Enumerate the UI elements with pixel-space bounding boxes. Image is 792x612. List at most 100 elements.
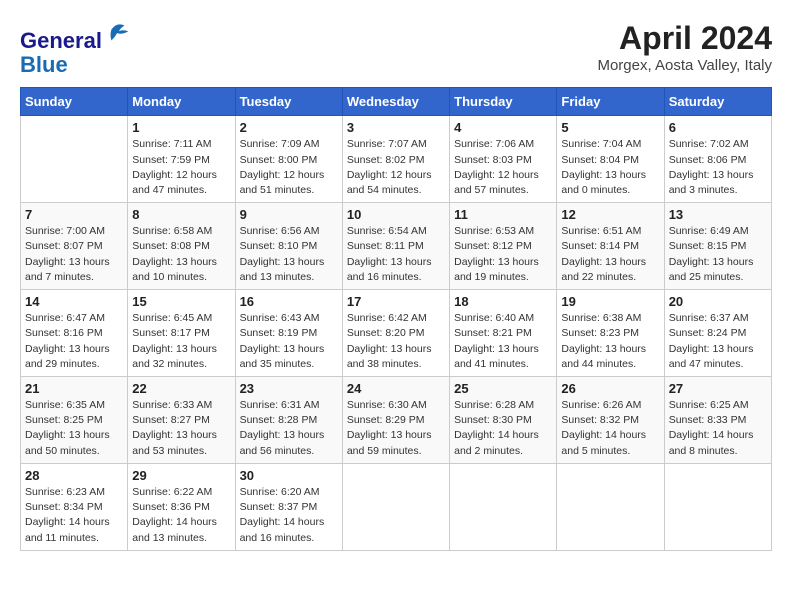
calendar-week-row: 14 Sunrise: 6:47 AMSunset: 8:16 PMDayligh… <box>21 290 772 377</box>
weekday-header-friday: Friday <box>557 88 664 116</box>
day-info: Sunrise: 6:42 AMSunset: 8:20 PMDaylight:… <box>347 311 445 372</box>
day-info: Sunrise: 6:22 AMSunset: 8:36 PMDaylight:… <box>132 485 230 546</box>
day-number: 21 <box>25 381 123 396</box>
calendar-cell: 18 Sunrise: 6:40 AMSunset: 8:21 PMDayligh… <box>450 290 557 377</box>
calendar-cell: 8 Sunrise: 6:58 AMSunset: 8:08 PMDaylight… <box>128 203 235 290</box>
calendar-cell: 12 Sunrise: 6:51 AMSunset: 8:14 PMDayligh… <box>557 203 664 290</box>
calendar-cell: 30 Sunrise: 6:20 AMSunset: 8:37 PMDayligh… <box>235 463 342 550</box>
day-number: 20 <box>669 294 767 309</box>
day-info: Sunrise: 6:54 AMSunset: 8:11 PMDaylight:… <box>347 224 445 285</box>
day-number: 28 <box>25 468 123 483</box>
day-info: Sunrise: 6:33 AMSunset: 8:27 PMDaylight:… <box>132 398 230 459</box>
day-info: Sunrise: 6:58 AMSunset: 8:08 PMDaylight:… <box>132 224 230 285</box>
day-number: 7 <box>25 207 123 222</box>
day-info: Sunrise: 6:47 AMSunset: 8:16 PMDaylight:… <box>25 311 123 372</box>
day-info: Sunrise: 6:40 AMSunset: 8:21 PMDaylight:… <box>454 311 552 372</box>
calendar-week-row: 28Sunrise: 6:23 AMSunset: 8:34 PMDayligh… <box>21 463 772 550</box>
calendar-cell: 5 Sunrise: 7:04 AMSunset: 8:04 PMDaylight… <box>557 116 664 203</box>
day-info: Sunrise: 6:31 AMSunset: 8:28 PMDaylight:… <box>240 398 338 459</box>
calendar-cell: 15 Sunrise: 6:45 AMSunset: 8:17 PMDayligh… <box>128 290 235 377</box>
calendar-week-row: 21 Sunrise: 6:35 AMSunset: 8:25 PMDayligh… <box>21 377 772 464</box>
day-number: 8 <box>132 207 230 222</box>
calendar-cell: 17 Sunrise: 6:42 AMSunset: 8:20 PMDayligh… <box>342 290 449 377</box>
calendar-cell: 3 Sunrise: 7:07 AMSunset: 8:02 PMDaylight… <box>342 116 449 203</box>
day-info: Sunrise: 7:04 AMSunset: 8:04 PMDaylight:… <box>561 137 659 198</box>
day-number: 2 <box>240 120 338 135</box>
calendar-cell: 13 Sunrise: 6:49 AMSunset: 8:15 PMDayligh… <box>664 203 771 290</box>
day-info: Sunrise: 6:35 AMSunset: 8:25 PMDaylight:… <box>25 398 123 459</box>
weekday-header-monday: Monday <box>128 88 235 116</box>
logo-blue: Blue <box>20 52 68 77</box>
day-number: 10 <box>347 207 445 222</box>
day-info: Sunrise: 6:49 AMSunset: 8:15 PMDaylight:… <box>669 224 767 285</box>
day-number: 5 <box>561 120 659 135</box>
calendar-cell: 1 Sunrise: 7:11 AMSunset: 7:59 PMDaylight… <box>128 116 235 203</box>
page-title: April 2024 <box>597 20 772 57</box>
calendar-cell: 2Sunrise: 7:09 AMSunset: 8:00 PMDaylight… <box>235 116 342 203</box>
calendar-cell <box>450 463 557 550</box>
calendar-cell: 24Sunrise: 6:30 AMSunset: 8:29 PMDayligh… <box>342 377 449 464</box>
calendar-cell: 14 Sunrise: 6:47 AMSunset: 8:16 PMDayligh… <box>21 290 128 377</box>
calendar-cell: 6Sunrise: 7:02 AMSunset: 8:06 PMDaylight… <box>664 116 771 203</box>
calendar-cell: 23 Sunrise: 6:31 AMSunset: 8:28 PMDayligh… <box>235 377 342 464</box>
day-info: Sunrise: 6:28 AMSunset: 8:30 PMDaylight:… <box>454 398 552 459</box>
day-info: Sunrise: 6:45 AMSunset: 8:17 PMDaylight:… <box>132 311 230 372</box>
weekday-header-sunday: Sunday <box>21 88 128 116</box>
title-block: April 2024 Morgex, Aosta Valley, Italy <box>597 20 772 74</box>
day-number: 25 <box>454 381 552 396</box>
day-info: Sunrise: 7:07 AMSunset: 8:02 PMDaylight:… <box>347 137 445 198</box>
day-number: 22 <box>132 381 230 396</box>
calendar-cell: 11Sunrise: 6:53 AMSunset: 8:12 PMDayligh… <box>450 203 557 290</box>
day-info: Sunrise: 6:51 AMSunset: 8:14 PMDaylight:… <box>561 224 659 285</box>
day-info: Sunrise: 6:20 AMSunset: 8:37 PMDaylight:… <box>240 485 338 546</box>
page-subtitle: Morgex, Aosta Valley, Italy <box>597 57 772 74</box>
day-number: 27 <box>669 381 767 396</box>
day-number: 1 <box>132 120 230 135</box>
day-number: 13 <box>669 207 767 222</box>
calendar-cell: 9Sunrise: 6:56 AMSunset: 8:10 PMDaylight… <box>235 203 342 290</box>
day-number: 4 <box>454 120 552 135</box>
calendar-cell <box>557 463 664 550</box>
day-number: 26 <box>561 381 659 396</box>
weekday-header-tuesday: Tuesday <box>235 88 342 116</box>
calendar-cell: 20 Sunrise: 6:37 AMSunset: 8:24 PMDayligh… <box>664 290 771 377</box>
calendar-cell: 22 Sunrise: 6:33 AMSunset: 8:27 PMDayligh… <box>128 377 235 464</box>
calendar-cell: 4 Sunrise: 7:06 AMSunset: 8:03 PMDaylight… <box>450 116 557 203</box>
logo: General Blue <box>20 20 132 77</box>
day-number: 18 <box>454 294 552 309</box>
calendar-cell <box>664 463 771 550</box>
page-header: General Blue April 2024 Morgex, Aosta Va… <box>20 20 772 77</box>
weekday-header-saturday: Saturday <box>664 88 771 116</box>
day-info: Sunrise: 6:25 AMSunset: 8:33 PMDaylight:… <box>669 398 767 459</box>
day-number: 23 <box>240 381 338 396</box>
calendar-cell <box>342 463 449 550</box>
calendar-cell: 27 Sunrise: 6:25 AMSunset: 8:33 PMDayligh… <box>664 377 771 464</box>
day-info: Sunrise: 7:06 AMSunset: 8:03 PMDaylight:… <box>454 137 552 198</box>
day-number: 12 <box>561 207 659 222</box>
calendar-cell: 29 Sunrise: 6:22 AMSunset: 8:36 PMDayligh… <box>128 463 235 550</box>
day-info: Sunrise: 7:02 AMSunset: 8:06 PMDaylight:… <box>669 137 767 198</box>
day-info: Sunrise: 7:11 AMSunset: 7:59 PMDaylight:… <box>132 137 230 198</box>
day-number: 19 <box>561 294 659 309</box>
calendar-cell: 7Sunrise: 7:00 AMSunset: 8:07 PMDaylight… <box>21 203 128 290</box>
calendar-cell: 19Sunrise: 6:38 AMSunset: 8:23 PMDayligh… <box>557 290 664 377</box>
calendar-body: 1 Sunrise: 7:11 AMSunset: 7:59 PMDaylight… <box>21 116 772 550</box>
day-info: Sunrise: 6:37 AMSunset: 8:24 PMDaylight:… <box>669 311 767 372</box>
day-info: Sunrise: 6:56 AMSunset: 8:10 PMDaylight:… <box>240 224 338 285</box>
calendar-week-row: 1 Sunrise: 7:11 AMSunset: 7:59 PMDaylight… <box>21 116 772 203</box>
calendar-header-row: SundayMondayTuesdayWednesdayThursdayFrid… <box>21 88 772 116</box>
day-number: 30 <box>240 468 338 483</box>
weekday-header-thursday: Thursday <box>450 88 557 116</box>
day-number: 14 <box>25 294 123 309</box>
day-info: Sunrise: 6:43 AMSunset: 8:19 PMDaylight:… <box>240 311 338 372</box>
day-number: 29 <box>132 468 230 483</box>
day-number: 3 <box>347 120 445 135</box>
calendar-cell: 25 Sunrise: 6:28 AMSunset: 8:30 PMDayligh… <box>450 377 557 464</box>
calendar-table: SundayMondayTuesdayWednesdayThursdayFrid… <box>20 87 772 550</box>
day-number: 15 <box>132 294 230 309</box>
day-number: 24 <box>347 381 445 396</box>
calendar-cell: 10 Sunrise: 6:54 AMSunset: 8:11 PMDayligh… <box>342 203 449 290</box>
weekday-header-wednesday: Wednesday <box>342 88 449 116</box>
day-number: 17 <box>347 294 445 309</box>
day-info: Sunrise: 6:53 AMSunset: 8:12 PMDaylight:… <box>454 224 552 285</box>
